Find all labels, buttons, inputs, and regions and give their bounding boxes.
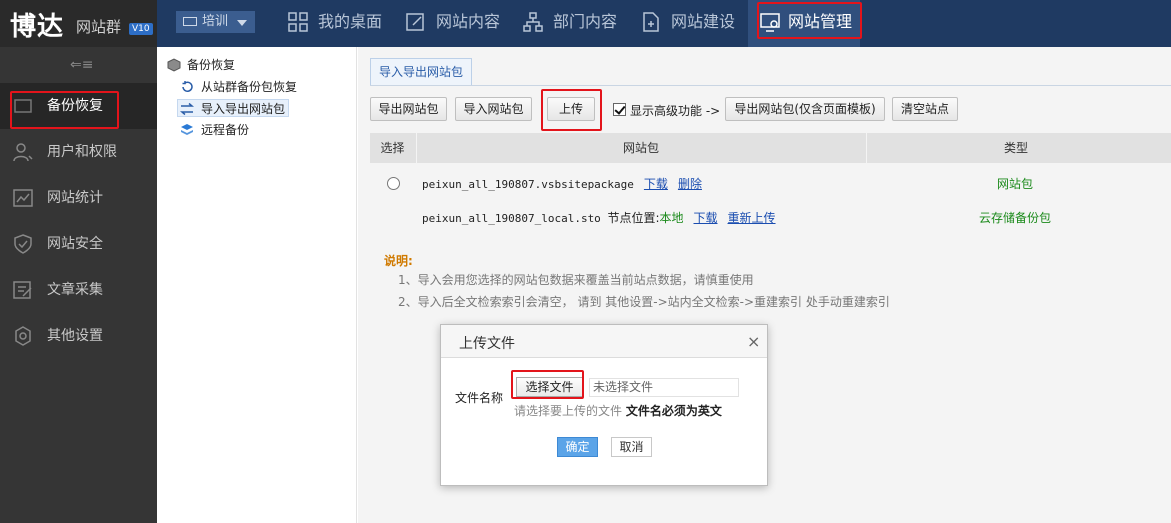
- restore-icon: [182, 81, 193, 92]
- shield-icon: [14, 234, 32, 254]
- brand-name: 博达: [10, 12, 65, 42]
- header-package: 网站包: [622, 141, 659, 155]
- chart-icon: [13, 189, 33, 207]
- file-name-display: 未选择文件: [589, 378, 739, 397]
- brand-product: 网站群: [76, 18, 122, 36]
- sidebar-item-security[interactable]: 网站安全: [0, 221, 157, 267]
- tab-import-export[interactable]: 导入导出网站包: [370, 58, 472, 86]
- advanced-checkbox[interactable]: [613, 103, 626, 116]
- delete-link[interactable]: 删除: [678, 177, 702, 191]
- collapse-menu-icon[interactable]: ⇐≡: [70, 57, 93, 73]
- top-bar: 博达 网站群 V10 培训 我的桌面 网站内容 部门内容 网站建设 网站管理: [0, 0, 1171, 47]
- note-line: 1、导入会用您选择的网站包数据来覆盖当前站点数据，请慎重使用: [398, 273, 754, 287]
- notes-title: 说明:: [384, 254, 413, 268]
- sidebar-item-backup[interactable]: 备份恢复: [0, 83, 157, 129]
- layers-icon: [181, 124, 193, 135]
- row-type: 网站包: [997, 177, 1034, 191]
- row-type: 云存储备份包: [979, 211, 1052, 225]
- tree-root-label: 备份恢复: [187, 58, 236, 72]
- sidebar-item-users[interactable]: 用户和权限: [0, 129, 157, 175]
- row-select-radio[interactable]: [387, 177, 400, 190]
- file-name-label: 文件名称: [455, 391, 504, 405]
- node-location-label: 节点位置:: [607, 211, 660, 225]
- user-icon: [13, 143, 33, 162]
- sidebar-item-collect[interactable]: 文章采集: [0, 267, 157, 313]
- header-type: 类型: [1003, 141, 1028, 155]
- sidebar-item-label: 网站统计: [47, 190, 103, 206]
- nav-item-content[interactable]: 网站内容: [406, 0, 500, 47]
- node-location-value: 本地: [659, 211, 684, 225]
- swap-icon: [180, 102, 194, 116]
- site-selector-value: 培训: [202, 14, 229, 29]
- table-row: peixun_all_190807.vsbsitepackage 下载 删除: [422, 175, 702, 192]
- advanced-label: 显示高级功能 ->: [630, 104, 721, 118]
- tree-item-label: 导入导出网站包: [201, 102, 286, 116]
- monitor-icon: [183, 17, 197, 26]
- nav-label: 我的桌面: [318, 12, 383, 31]
- gear-icon: [15, 326, 31, 346]
- upload-hint-bold: 文件名必须为英文: [625, 404, 722, 418]
- build-icon: [643, 12, 659, 32]
- nav-item-dept[interactable]: 部门内容: [523, 0, 617, 47]
- upload-button[interactable]: 上传: [547, 97, 595, 121]
- nav-label: 部门内容: [553, 12, 618, 31]
- upload-hint: 请选择要上传的文件 文件名必须为英文: [514, 402, 722, 419]
- manage-icon: [760, 13, 780, 32]
- package-file: peixun_all_190807_local.sto: [422, 212, 601, 225]
- brand-version: V10: [129, 23, 153, 35]
- sidebar-item-label: 其他设置: [47, 328, 103, 344]
- tree-item-label: 远程备份: [201, 123, 250, 137]
- edit-icon: [406, 13, 424, 31]
- tree-item-import-export[interactable]: 导入导出网站包: [177, 99, 290, 117]
- sidebar-item-label: 文章采集: [47, 282, 103, 298]
- clear-site-button[interactable]: 清空站点: [892, 97, 958, 121]
- org-icon: [523, 12, 543, 32]
- download-link[interactable]: 下载: [694, 211, 718, 225]
- chevron-down-icon: [237, 20, 247, 26]
- dialog-title: 上传文件: [459, 336, 515, 352]
- sidebar-item-label: 用户和权限: [47, 144, 117, 160]
- reupload-link[interactable]: 重新上传: [728, 211, 776, 225]
- export-button[interactable]: 导出网站包: [370, 97, 447, 121]
- tree-root[interactable]: 备份恢复: [165, 56, 235, 74]
- nav-item-build[interactable]: 网站建设: [641, 0, 735, 47]
- nav-label: 网站建设: [671, 12, 736, 31]
- sidebar-item-label: 备份恢复: [47, 98, 103, 114]
- export-template-button[interactable]: 导出网站包(仅含页面模板): [725, 97, 885, 121]
- tree-item-remote[interactable]: 远程备份: [177, 121, 249, 139]
- note-line: 2、导入后全文检索索引会清空， 请到 其他设置->站内全文检索->重建索引 处手…: [398, 295, 890, 309]
- tree-item-restore[interactable]: 从站群备份包恢复: [177, 78, 297, 96]
- logo: 博达 网站群 V10: [0, 0, 157, 47]
- upload-hint-text: 请选择要上传的文件: [514, 404, 623, 418]
- nav-item-desktop[interactable]: 我的桌面: [288, 0, 382, 47]
- collect-icon: [13, 281, 32, 299]
- sidebar-item-label: 网站安全: [47, 236, 103, 252]
- cancel-button[interactable]: 取消: [611, 437, 652, 457]
- box-icon: [167, 58, 181, 72]
- sidebar: ⇐≡ 备份恢复 用户和权限 网站统计 网站安全 文章采集 其他设置: [0, 47, 157, 523]
- close-icon[interactable]: ×: [747, 332, 760, 351]
- nav-label: 网站管理: [788, 12, 853, 31]
- site-selector[interactable]: 培训: [176, 11, 255, 33]
- table-header: 选择 网站包 类型: [370, 133, 1171, 163]
- choose-file-button[interactable]: 选择文件: [516, 377, 583, 397]
- sidebar-item-stats[interactable]: 网站统计: [0, 175, 157, 221]
- ok-button[interactable]: 确定: [557, 437, 598, 457]
- package-file: peixun_all_190807.vsbsitepackage: [422, 178, 634, 191]
- table-row: peixun_all_190807_local.sto 节点位置:本地 下载 重新上…: [422, 209, 776, 226]
- upload-dialog: 上传文件 × 文件名称 选择文件 未选择文件 请选择要上传的文件 文件名必须为英…: [440, 324, 768, 486]
- sidebar-item-settings[interactable]: 其他设置: [0, 313, 157, 359]
- dialog-header: 上传文件 ×: [441, 325, 767, 358]
- header-select: 选择: [380, 141, 405, 155]
- import-button[interactable]: 导入网站包: [455, 97, 532, 121]
- tree-item-label: 从站群备份包恢复: [201, 80, 298, 94]
- nav-item-manage[interactable]: 网站管理: [748, 0, 860, 47]
- download-link[interactable]: 下载: [644, 177, 668, 191]
- tree-panel: 备份恢复 从站群备份包恢复 导入导出网站包 远程备份: [157, 47, 357, 523]
- grid-icon: [288, 12, 308, 32]
- backup-icon: [14, 99, 32, 113]
- nav-label: 网站内容: [436, 12, 501, 31]
- tab-divider: [370, 85, 1171, 86]
